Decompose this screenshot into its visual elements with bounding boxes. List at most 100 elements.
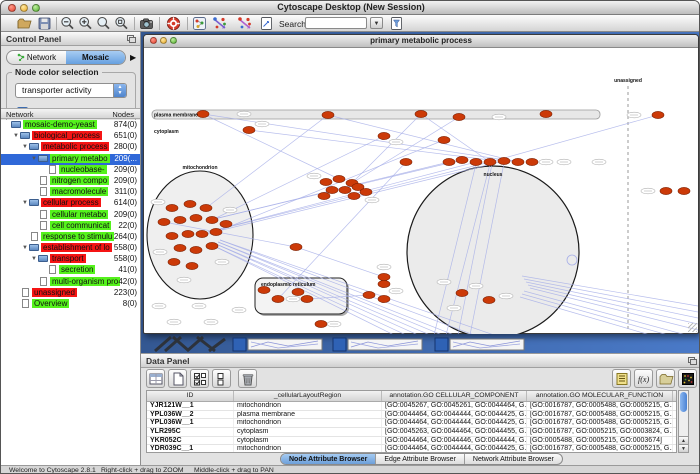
graph-node[interactable] — [438, 136, 450, 143]
create-attribute-icon[interactable] — [168, 369, 187, 388]
minimized-window-icon[interactable] — [333, 338, 346, 351]
graph-node[interactable] — [484, 158, 496, 165]
apply-layout-icon[interactable] — [212, 16, 227, 31]
network-tree-row[interactable]: ▼transport558(0) — [1, 254, 140, 265]
network-tree-row[interactable]: cellular metabo209(0) — [1, 210, 140, 221]
graph-node[interactable] — [470, 158, 482, 165]
search-dropdown-arrow[interactable]: ▼ — [370, 17, 383, 29]
graph-node[interactable] — [190, 246, 202, 253]
network-tree-row[interactable]: ▼biological_process651(0) — [1, 131, 140, 142]
unselect-all-attributes-icon[interactable] — [212, 369, 231, 388]
graph-node[interactable] — [292, 288, 304, 295]
float-data-panel-icon[interactable] — [688, 357, 697, 365]
graph-node[interactable] — [158, 218, 170, 225]
graph-node[interactable] — [456, 289, 468, 296]
tabs-overflow-arrow[interactable]: ▶ — [130, 53, 136, 62]
graph-node[interactable] — [190, 214, 202, 221]
graph-node[interactable] — [339, 186, 351, 193]
attribute-list-icon[interactable] — [612, 369, 631, 388]
graph-node[interactable] — [318, 192, 330, 199]
graph-node[interactable] — [333, 175, 345, 182]
graph-node[interactable] — [415, 110, 427, 117]
column-header[interactable]: annotation.GO CELLULAR_COMPONENT — [382, 391, 527, 401]
graph-node[interactable] — [200, 204, 212, 211]
attribute-browser-tab[interactable]: Edge Attribute Browser — [376, 454, 465, 464]
collapse-arrow-icon[interactable]: ▼ — [13, 133, 20, 139]
graph-node[interactable] — [210, 228, 222, 235]
graph-node[interactable] — [174, 244, 186, 251]
table-row[interactable]: YKR052Ccytoplasm[GO:0044464, GO:0044446,… — [147, 437, 676, 446]
graph-node[interactable] — [378, 273, 390, 280]
network-tree-row[interactable]: multi-organism pro42(0) — [1, 277, 140, 288]
graph-node[interactable] — [400, 158, 412, 165]
network-tree-row[interactable]: Overview8(0) — [1, 299, 140, 310]
annotation-icon[interactable] — [259, 16, 274, 31]
graph-node[interactable] — [483, 296, 495, 303]
column-header[interactable]: annotation.GO MOLECULAR_FUNCTION — [527, 391, 673, 401]
graph-node[interactable] — [315, 320, 327, 327]
collapse-arrow-icon[interactable]: ▼ — [31, 256, 38, 262]
help-icon[interactable] — [166, 16, 181, 31]
graph-node[interactable] — [456, 156, 468, 163]
network-tree-row[interactable]: nucleobase-209(0) — [1, 165, 140, 176]
network-tree-row[interactable]: unassigned223(0) — [1, 288, 140, 299]
network-tree-row[interactable]: ▼establishment of lo558(0) — [1, 243, 140, 254]
snapshot-icon[interactable] — [139, 16, 154, 31]
zoom-fit-icon[interactable] — [96, 16, 111, 31]
select-all-attributes-icon[interactable] — [190, 369, 209, 388]
graph-node[interactable] — [512, 158, 524, 165]
resize-grip-icon[interactable] — [688, 323, 697, 332]
minimized-windows-strip[interactable] — [141, 336, 700, 353]
graph-node[interactable] — [166, 204, 178, 211]
graph-node[interactable] — [652, 111, 664, 118]
network-tree-row[interactable]: cell communicat22(0) — [1, 221, 140, 232]
table-row[interactable]: YPL036W__1mitochondrion[GO:0044464, GO:0… — [147, 419, 676, 428]
collapse-arrow-icon[interactable]: ▼ — [22, 200, 29, 206]
network-tree-row[interactable]: macromolecule311(0) — [1, 187, 140, 198]
network-tree-row[interactable]: ▼primary metabo209(... — [1, 154, 140, 165]
node-color-dropdown[interactable]: transporter activity ▲▼ — [15, 83, 127, 98]
network-tree-row[interactable]: ▼cellular process614(0) — [1, 198, 140, 209]
tab-network[interactable]: Network — [7, 51, 66, 64]
collapse-arrow-icon[interactable]: ▼ — [22, 245, 29, 251]
zoom-selected-icon[interactable] — [114, 16, 129, 31]
network-tree-row[interactable]: response to stimulu264(0) — [1, 232, 140, 243]
graph-node[interactable] — [184, 200, 196, 207]
tab-mosaic[interactable]: Mosaic — [66, 51, 125, 64]
graph-node[interactable] — [363, 291, 375, 298]
table-row[interactable]: YLR295Ccytoplasm[GO:0045263, GO:0044464,… — [147, 428, 676, 437]
graph-node[interactable] — [348, 192, 360, 199]
table-row[interactable]: YJR121W__1mitochondrion[GO:0045267, GO:0… — [147, 402, 676, 411]
network-tree-row[interactable]: mosaic-demo-yeast874(0) — [1, 120, 140, 131]
graph-node[interactable] — [168, 258, 180, 265]
graph-node[interactable] — [453, 113, 465, 120]
graph-node[interactable] — [290, 243, 302, 250]
graph-node[interactable] — [498, 157, 510, 164]
minimized-window-icon[interactable] — [233, 338, 246, 351]
graph-node[interactable] — [182, 230, 194, 237]
graph-node[interactable] — [272, 295, 284, 302]
scroll-up-icon[interactable]: ▲ — [679, 436, 688, 444]
network-tree-row[interactable]: secretion41(0) — [1, 265, 140, 276]
attribute-browser-tab[interactable]: Network Attribute Browser — [465, 454, 562, 464]
collapse-arrow-icon[interactable]: ▼ — [31, 156, 38, 162]
graph-node[interactable] — [206, 242, 218, 249]
delete-attribute-icon[interactable] — [238, 369, 257, 388]
network-tree-row[interactable]: nitrogen compo209(0) — [1, 176, 140, 187]
graph-node[interactable] — [540, 110, 552, 117]
graph-node[interactable] — [326, 186, 338, 193]
graph-node[interactable] — [322, 111, 334, 118]
table-scrollbar[interactable]: ▲ ▼ — [678, 390, 689, 453]
graph-node[interactable] — [186, 262, 198, 269]
graph-node[interactable] — [320, 178, 332, 185]
search-input[interactable] — [305, 17, 367, 29]
attribute-table[interactable]: ID_cellularLayoutRegionannotation.GO CEL… — [146, 390, 677, 453]
attribute-matrix-icon[interactable] — [678, 369, 697, 388]
network-tree-row[interactable]: ▼metabolic process280(0) — [1, 142, 140, 153]
graph-node[interactable] — [378, 280, 390, 287]
function-builder-icon[interactable]: f(x) — [634, 369, 653, 388]
graph-node[interactable] — [678, 187, 690, 194]
zoom-in-icon[interactable] — [78, 16, 93, 31]
scrollbar-thumb[interactable] — [680, 392, 687, 412]
column-header[interactable]: ID — [147, 391, 234, 401]
